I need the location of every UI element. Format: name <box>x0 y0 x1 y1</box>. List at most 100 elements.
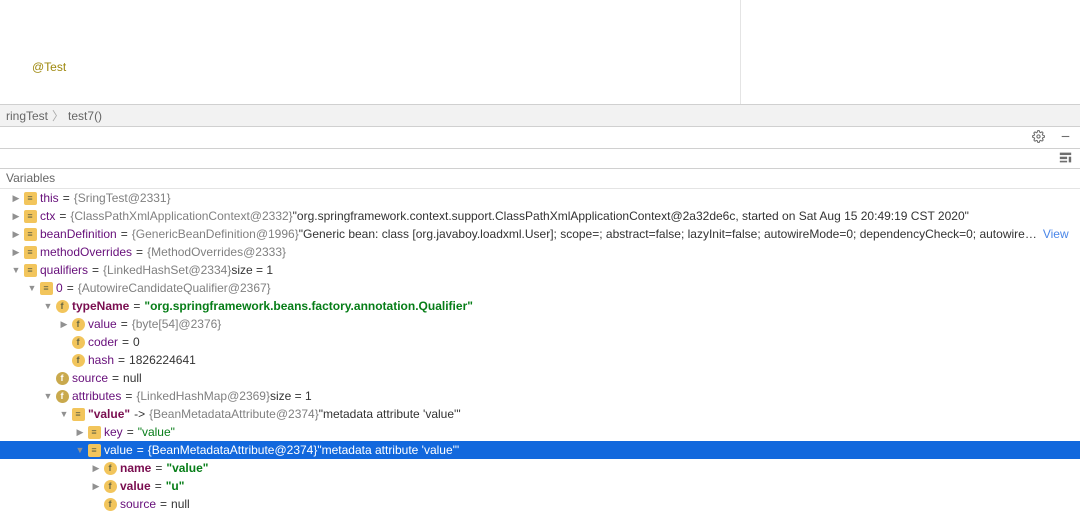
variable-icon: f <box>70 335 86 349</box>
variable-value: size = 1 <box>231 261 273 279</box>
variable-name: hash <box>88 351 114 369</box>
variable-type: {byte[54]@2376} <box>132 315 222 333</box>
variable-value: "metadata attribute 'value'" <box>319 405 461 423</box>
variable-value: 0 <box>133 333 140 351</box>
variable-string-value: "value" <box>138 423 175 441</box>
variable-value: null <box>123 369 142 387</box>
expand-arrow-icon[interactable]: ▶ <box>90 477 102 495</box>
variable-value: "metadata attribute 'value'" <box>317 441 459 459</box>
expand-arrow-icon[interactable]: ▶ <box>10 243 22 261</box>
variable-value: "Generic bean: class [org.javaboy.loadxm… <box>299 225 1037 243</box>
variable-icon: ≡ <box>22 227 38 241</box>
variable-value: null <box>171 495 190 513</box>
variable-icon: f <box>54 389 70 403</box>
breadcrumb-item[interactable]: test7() <box>68 109 102 123</box>
view-link[interactable]: View <box>1043 225 1069 243</box>
expand-arrow-icon[interactable]: ▶ <box>10 189 22 207</box>
variable-icon: ≡ <box>70 407 86 421</box>
variables-tree[interactable]: ▶≡this = {SringTest@2331}▶≡ctx = {ClassP… <box>0 189 1080 519</box>
variable-row[interactable]: ▼≡qualifiers = {LinkedHashSet@2334} size… <box>0 261 1080 279</box>
variable-row[interactable]: ▶≡ctx = {ClassPathXmlApplicationContext@… <box>0 207 1080 225</box>
expand-arrow-icon[interactable]: ▶ <box>90 459 102 477</box>
expand-arrow-icon[interactable]: ▼ <box>42 387 54 405</box>
variable-icon: ≡ <box>22 245 38 259</box>
expand-arrow-icon[interactable]: ▶ <box>58 315 70 333</box>
variable-row[interactable]: fhash = 1826224641 <box>0 351 1080 369</box>
breadcrumb-item[interactable]: ringTest <box>6 109 48 123</box>
variable-name: this <box>40 189 59 207</box>
variable-name: coder <box>88 333 118 351</box>
variable-icon: f <box>102 479 118 493</box>
variable-type: {BeanMetadataAttribute@2374} <box>149 405 319 423</box>
gear-icon[interactable] <box>1032 130 1045 146</box>
minimize-icon[interactable] <box>1059 130 1072 146</box>
variable-type: {GenericBeanDefinition@1996} <box>132 225 299 243</box>
variable-row[interactable]: fsource = null <box>0 369 1080 387</box>
annotation: @Test <box>32 60 66 74</box>
expand-arrow-icon[interactable]: ▶ <box>10 207 22 225</box>
expand-arrow-icon[interactable]: ▼ <box>10 261 22 279</box>
sub-toolbar <box>0 149 1080 169</box>
variable-row[interactable]: fcoder = 0 <box>0 333 1080 351</box>
breadcrumb[interactable]: ringTest 〉 test7() <box>0 105 1080 127</box>
variable-row[interactable]: ▶≡this = {SringTest@2331} <box>0 189 1080 207</box>
variable-row[interactable]: ▶fvalue = {byte[54]@2376} <box>0 315 1080 333</box>
variable-name: methodOverrides <box>40 243 132 261</box>
variable-string-value: "org.springframework.beans.factory.annot… <box>144 297 473 315</box>
variable-name: typeName <box>72 297 129 315</box>
variable-row[interactable]: ▶≡key = "value" <box>0 423 1080 441</box>
variable-row[interactable]: ▼fattributes = {LinkedHashMap@2369} size… <box>0 387 1080 405</box>
variable-value: 1826224641 <box>129 351 196 369</box>
variable-name: value <box>120 477 151 495</box>
editor-margin <box>740 0 741 104</box>
variable-type: {BeanMetadataAttribute@2374} <box>148 441 318 459</box>
variable-value: "org.springframework.context.support.Cla… <box>293 207 969 225</box>
variable-name: beanDefinition <box>40 225 117 243</box>
variable-name: qualifiers <box>40 261 88 279</box>
variable-string-value: "u" <box>166 477 185 495</box>
variable-icon: ≡ <box>86 425 102 439</box>
variable-row[interactable]: ▼ftypeName = "org.springframework.beans.… <box>0 297 1080 315</box>
variable-string-value: "value" <box>166 459 208 477</box>
variable-row[interactable]: ▶fvalue = "u" <box>0 477 1080 495</box>
variable-row[interactable]: ▶fname = "value" <box>0 459 1080 477</box>
expand-arrow-icon[interactable]: ▶ <box>74 423 86 441</box>
variable-icon: f <box>54 371 70 385</box>
variable-type: {ClassPathXmlApplicationContext@2332} <box>70 207 292 225</box>
variable-name: key <box>104 423 123 441</box>
expand-arrow-icon[interactable]: ▶ <box>10 225 22 243</box>
variable-row[interactable]: ▼≡"value" -> {BeanMetadataAttribute@2374… <box>0 405 1080 423</box>
variable-row[interactable]: ▼≡0 = {AutowireCandidateQualifier@2367} <box>0 279 1080 297</box>
variable-name: value <box>104 441 133 459</box>
variable-icon: f <box>102 497 118 511</box>
expand-arrow-icon[interactable]: ▼ <box>26 279 38 297</box>
variable-name: source <box>72 369 108 387</box>
expand-arrow-icon[interactable]: ▼ <box>58 405 70 423</box>
variable-type: {SringTest@2331} <box>74 189 171 207</box>
code-editor[interactable]: @Test public void test7() { ClassPathXml… <box>0 0 1080 105</box>
variable-icon: ≡ <box>38 281 54 295</box>
variable-type: {LinkedHashMap@2369} <box>136 387 270 405</box>
variable-name: value <box>88 315 117 333</box>
variable-value: size = 1 <box>270 387 312 405</box>
expand-arrow-icon[interactable]: ▼ <box>42 297 54 315</box>
debug-toolbar <box>0 127 1080 149</box>
variable-icon: f <box>102 461 118 475</box>
variable-name: "value" <box>88 405 130 423</box>
variable-row[interactable]: ▶≡methodOverrides = {MethodOverrides@233… <box>0 243 1080 261</box>
variable-row[interactable]: fsource = null <box>0 495 1080 513</box>
variable-icon: f <box>70 317 86 331</box>
variable-name: name <box>120 459 151 477</box>
variables-section-title: Variables <box>0 169 1080 189</box>
layout-icon[interactable] <box>1059 151 1072 167</box>
variable-icon: ≡ <box>22 209 38 223</box>
variable-name: attributes <box>72 387 121 405</box>
variable-icon: ≡ <box>86 443 102 457</box>
variable-row[interactable]: ▼≡value = {BeanMetadataAttribute@2374} "… <box>0 441 1080 459</box>
variable-type: {AutowireCandidateQualifier@2367} <box>78 279 271 297</box>
variable-icon: f <box>70 353 86 367</box>
variable-type: {LinkedHashSet@2334} <box>103 261 231 279</box>
expand-arrow-icon[interactable]: ▼ <box>74 441 86 459</box>
variable-row[interactable]: ▶≡beanDefinition = {GenericBeanDefinitio… <box>0 225 1080 243</box>
variable-icon: f <box>54 299 70 313</box>
